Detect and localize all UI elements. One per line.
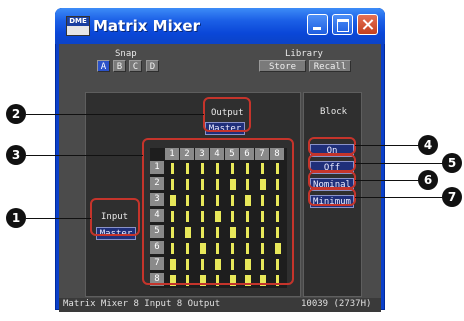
block-label: Block [320, 107, 348, 117]
snap-button-d[interactable]: D [146, 60, 159, 72]
output-highlight [203, 97, 251, 132]
leader-5 [355, 163, 455, 164]
callout-3: 3 [6, 145, 26, 165]
snap-button-a[interactable]: A [97, 60, 110, 72]
callout-2: 2 [6, 104, 26, 124]
close-icon[interactable] [357, 14, 378, 35]
matrix-highlight [142, 138, 294, 285]
store-button[interactable]: Store [259, 60, 306, 72]
callout-1: 1 [6, 208, 26, 228]
leader-7 [355, 197, 455, 198]
nominal-highlight [308, 171, 356, 189]
maximize-icon[interactable] [332, 14, 353, 35]
status-bar: Matrix Mixer 8 Input 8 Output 10039 (273… [59, 298, 381, 312]
callout-5: 5 [442, 153, 462, 173]
status-description: Matrix Mixer 8 Input 8 Output [63, 299, 221, 309]
off-highlight [308, 154, 356, 172]
snap-label: Snap [115, 49, 137, 59]
callout-4: 4 [418, 135, 438, 155]
recall-button[interactable]: Recall [309, 60, 351, 72]
on-highlight [308, 137, 356, 155]
status-address: 10039 (2737H) [301, 299, 372, 309]
callout-6: 6 [418, 170, 438, 190]
title-bar[interactable]: DME Matrix Mixer [55, 8, 385, 44]
minimize-icon[interactable] [307, 14, 328, 35]
app-icon-text: DME [67, 17, 89, 26]
snap-button-c[interactable]: C [129, 60, 142, 72]
window-title: Matrix Mixer [93, 17, 200, 35]
leader-3 [26, 155, 143, 156]
callout-7: 7 [442, 187, 462, 207]
input-highlight [90, 198, 140, 236]
leader-2 [26, 114, 204, 115]
snap-button-b[interactable]: B [113, 60, 126, 72]
leader-1 [26, 218, 91, 219]
app-icon: DME [66, 16, 90, 36]
library-label: Library [285, 49, 323, 59]
minimum-highlight [308, 188, 356, 206]
